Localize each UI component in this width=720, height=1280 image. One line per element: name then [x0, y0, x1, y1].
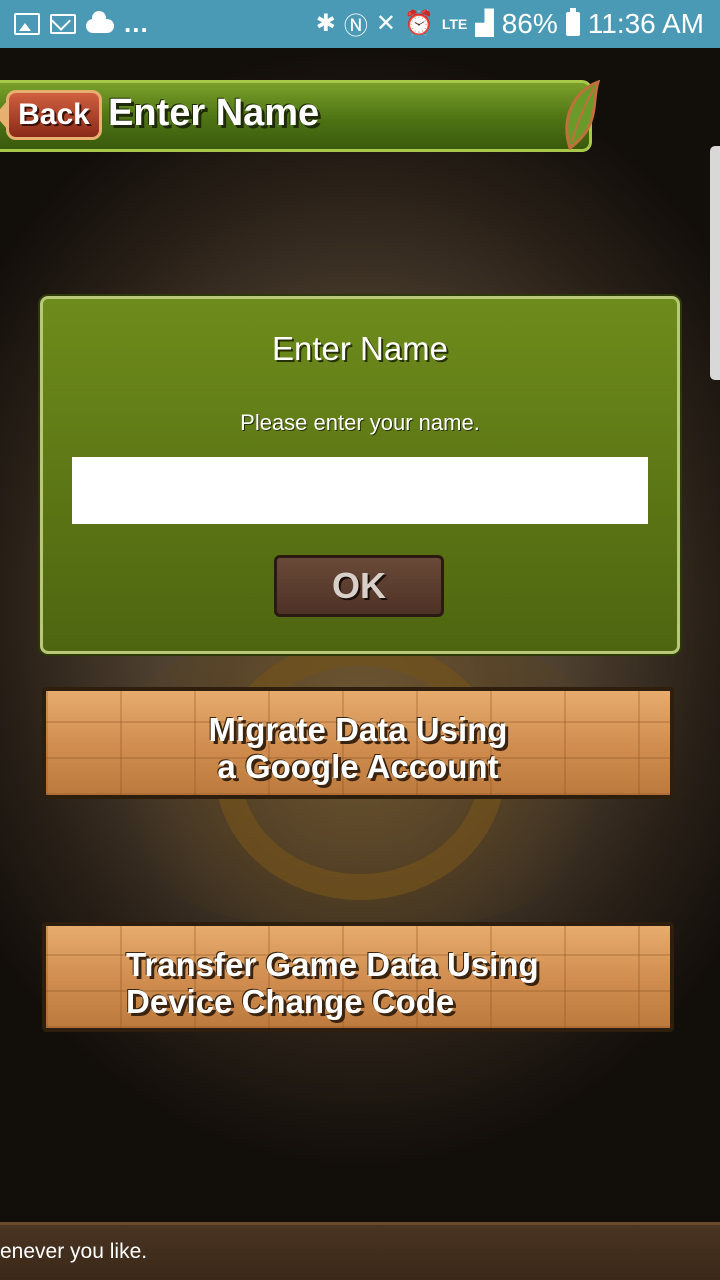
dialog-message: Please enter your name.: [240, 410, 480, 435]
image-icon: [14, 12, 40, 35]
bluetooth-icon: ✱: [315, 10, 336, 37]
migrate-google-button[interactable]: Migrate Data Using a Google Account: [42, 687, 674, 799]
lte-icon: LTE: [441, 15, 468, 32]
cloud-icon: [86, 10, 114, 33]
clock: 11:36 AM: [587, 7, 704, 39]
button-label-line: Migrate Data Using: [208, 711, 508, 748]
alarm-icon: ⏰: [403, 10, 434, 37]
battery-percent: 86%: [501, 7, 558, 39]
transfer-device-code-button[interactable]: Transfer Game Data Using Device Change C…: [42, 922, 674, 1032]
status-bar: ... ✱ Ⓝ ✕ ⏰ LTE ▟ 86% 11:36 AM: [0, 0, 720, 48]
dragon-wing-icon: [565, 80, 600, 150]
button-label-line: Device Change Code: [126, 983, 455, 1020]
button-label-line: a Google Account: [217, 748, 499, 785]
button-label-line: Transfer Game Data Using: [126, 946, 539, 983]
ticker-text: enever you like.: [0, 1240, 148, 1263]
back-button[interactable]: Back: [0, 90, 102, 140]
nfc-icon: Ⓝ: [343, 13, 368, 40]
name-input[interactable]: [72, 457, 648, 524]
page-title: Enter Name: [108, 92, 320, 134]
battery-icon: [565, 7, 580, 36]
mute-icon: ✕: [375, 10, 396, 37]
ok-button[interactable]: OK: [274, 555, 444, 617]
dialog-title: Enter Name: [271, 330, 449, 367]
more-notifications: ...: [124, 8, 149, 38]
mail-icon: [50, 13, 76, 34]
signal-icon: ▟: [475, 10, 494, 37]
